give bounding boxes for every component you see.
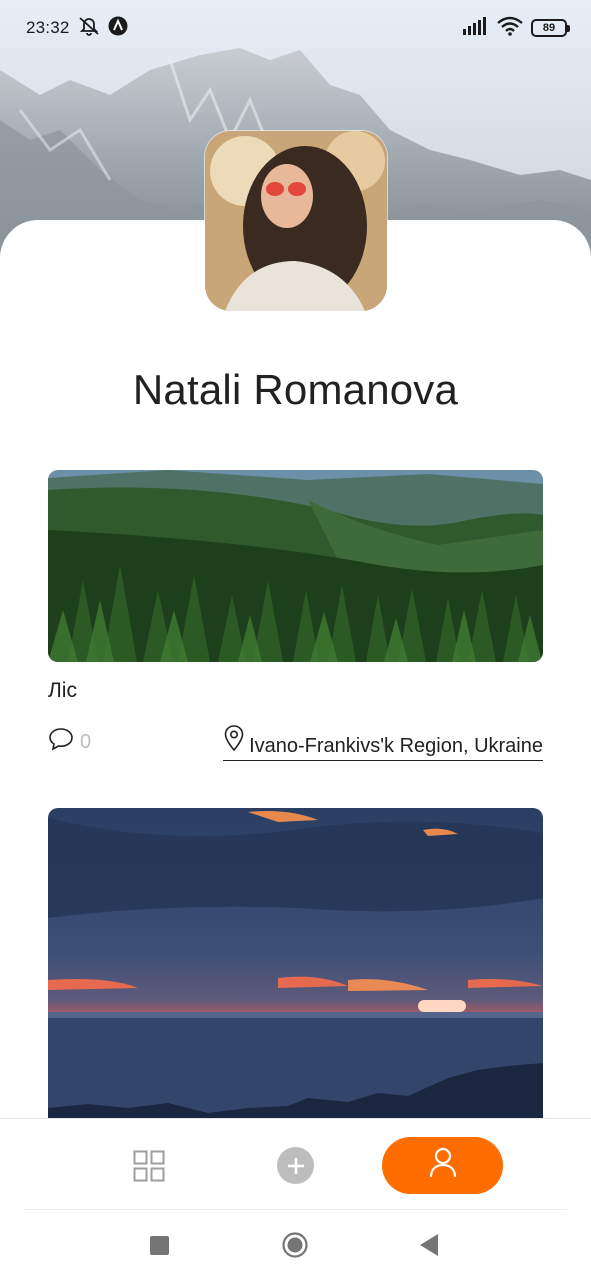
post-image[interactable] (48, 470, 543, 662)
comments-count: 0 (80, 730, 92, 753)
status-bar: 23:32 89 (0, 0, 591, 56)
post-image[interactable] (48, 808, 543, 1128)
map-pin-icon (223, 724, 245, 758)
comments-button[interactable]: 0 (48, 727, 91, 757)
battery-icon: 89 (531, 19, 570, 37)
grid-icon[interactable] (133, 1150, 165, 1182)
post-title: Ліс (48, 679, 77, 702)
wifi-icon (497, 16, 523, 41)
profile-tab-button[interactable] (382, 1137, 503, 1194)
location-link[interactable]: Ivano-Frankivs'k Region, Ukraine (223, 724, 543, 761)
divider (24, 1209, 567, 1210)
status-time: 23:32 (26, 18, 70, 37)
profile-avatar[interactable] (205, 131, 387, 311)
mute-icon (78, 16, 100, 41)
app-notification-icon (108, 16, 128, 41)
home-icon[interactable] (282, 1232, 308, 1263)
signal-icon (463, 16, 489, 40)
user-icon (429, 1147, 457, 1184)
profile-name: Natali Romanova (132, 366, 459, 413)
location-text: Ivano-Frankivs'k Region, Ukraine (249, 734, 543, 757)
back-icon[interactable] (420, 1234, 438, 1261)
comment-icon (48, 727, 74, 757)
post-meta: 0 Ivano-Frankivs'k Region, Ukraine (48, 722, 543, 762)
bottom-nav (0, 1118, 591, 1210)
recents-icon[interactable] (150, 1236, 169, 1260)
add-icon[interactable] (277, 1147, 314, 1184)
system-nav-bar (0, 1212, 591, 1280)
battery-level: 89 (542, 22, 556, 34)
